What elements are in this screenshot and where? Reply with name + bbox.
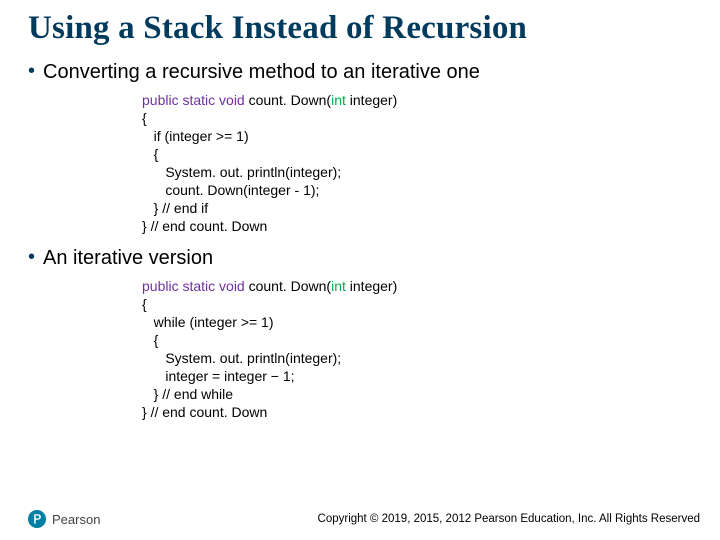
code1-l8: } // end count. Down (142, 218, 267, 234)
bullet-dot: • (28, 245, 35, 269)
bullet-2: • An iterative version (28, 245, 692, 271)
brand-logo: Pearson (28, 510, 100, 528)
bullet-1-text: Converting a recursive method to an iter… (43, 59, 480, 85)
code2-l8: } // end count. Down (142, 404, 267, 420)
code1-l4: { (142, 146, 158, 162)
slide-title: Using a Stack Instead of Recursion (28, 10, 692, 47)
code1-param-type: int (331, 92, 346, 108)
code-block-2: public static void count. Down(int integ… (142, 277, 692, 421)
code2-l2: { (142, 296, 147, 312)
code2-l5: System. out. println(integer); (142, 350, 341, 366)
code1-l7: } // end if (142, 200, 208, 216)
code1-keywords: public static void (142, 92, 245, 108)
code2-name: count. Down( (245, 278, 331, 294)
code1-name: count. Down( (245, 92, 331, 108)
code1-l2: { (142, 110, 147, 126)
code1-param-name: integer) (346, 92, 397, 108)
code2-l3: while (integer >= 1) (142, 314, 274, 330)
code1-l3: if (integer >= 1) (142, 128, 249, 144)
code1-l6: count. Down(integer - 1); (142, 182, 319, 198)
code2-param-name: integer) (346, 278, 397, 294)
code2-l4: { (142, 332, 158, 348)
bullet-1: • Converting a recursive method to an it… (28, 59, 692, 85)
copyright-text: Copyright © 2019, 2015, 2012 Pearson Edu… (318, 513, 700, 525)
pearson-p-icon (28, 510, 46, 528)
bullet-2-text: An iterative version (43, 245, 213, 271)
bullet-dot: • (28, 59, 35, 83)
code2-keywords: public static void (142, 278, 245, 294)
brand-name: Pearson (52, 512, 100, 527)
code1-l5: System. out. println(integer); (142, 164, 341, 180)
code2-param-type: int (331, 278, 346, 294)
code-block-1: public static void count. Down(int integ… (142, 91, 692, 235)
code2-l6: integer = integer − 1; (142, 368, 295, 384)
code2-l7: } // end while (142, 386, 233, 402)
